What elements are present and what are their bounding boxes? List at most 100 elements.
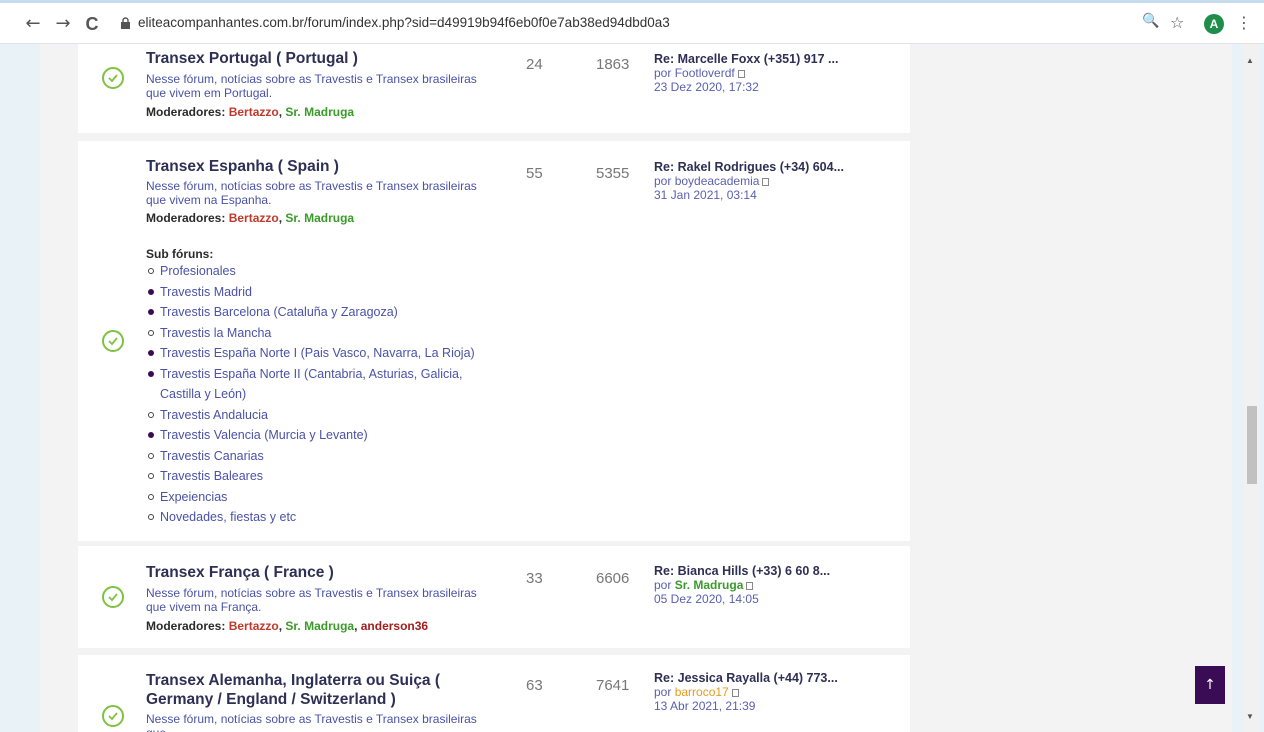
forum-description: Nesse fórum, notícias sobre as Travestis…: [146, 72, 477, 100]
subforum-item[interactable]: Travestis Madrid: [146, 282, 496, 303]
moderators-label: Moderadores:: [146, 619, 226, 633]
forum-description: Nesse fórum, notícias sobre as Travestis…: [146, 712, 477, 732]
back-to-top-button[interactable]: ↑: [1195, 666, 1225, 704]
back-arrow-icon[interactable]: ←: [22, 13, 44, 35]
bookmark-star-icon[interactable]: ☆: [1170, 13, 1184, 32]
subforum-bullet-icon: [148, 473, 154, 479]
posts-count: 6606: [596, 570, 630, 587]
forum-title[interactable]: Transex Alemanha, Inglaterra ou Suiça ( …: [146, 671, 496, 709]
last-post-title[interactable]: Re: Bianca Hills (+33) 6 60 8...: [654, 564, 830, 578]
last-post-author[interactable]: Footloverdf: [675, 66, 735, 80]
subforum-item[interactable]: Travestis la Mancha: [146, 323, 496, 344]
subforum-bullet-icon: [148, 370, 154, 377]
subforum-bullet-icon: [148, 514, 154, 520]
forum-row-alemanha: Transex Alemanha, Inglaterra ou Suiça ( …: [78, 655, 910, 732]
last-post-author[interactable]: barroco17: [675, 685, 729, 699]
scrollbar-thumb[interactable]: [1247, 406, 1257, 484]
moderator-link[interactable]: anderson36: [361, 619, 428, 633]
moderator-link[interactable]: Sr. Madruga: [285, 619, 354, 633]
subforum-item[interactable]: Travestis Barcelona (Cataluña y Zaragoza…: [146, 302, 496, 323]
last-post-date: 31 Jan 2021, 03:14: [654, 188, 757, 202]
moderator-link[interactable]: Sr. Madruga: [285, 211, 354, 225]
moderator-link[interactable]: Sr. Madruga: [285, 105, 354, 119]
scroll-up-arrow-icon[interactable]: ▲: [1246, 56, 1254, 65]
moderators-label: Moderadores:: [146, 211, 226, 225]
forum-read-check-icon: [102, 67, 124, 89]
posts-count: 5355: [596, 165, 630, 182]
subforum-bullet-icon: [148, 268, 154, 274]
last-post-author[interactable]: Sr. Madruga: [675, 578, 744, 592]
last-post-title[interactable]: Re: Rakel Rodrigues (+34) 604...: [654, 160, 844, 174]
topics-count: 63: [526, 677, 543, 694]
last-post-author[interactable]: boydeacademia: [675, 174, 760, 188]
forum-title[interactable]: Transex Espanha ( Spain ): [146, 158, 339, 176]
last-post: Re: Jessica Rayalla (+44) 773... por bar…: [654, 671, 838, 713]
last-post-date: 05 Dez 2020, 14:05: [654, 592, 759, 606]
subforum-item[interactable]: Travestis Canarias: [146, 446, 496, 467]
forum-moderators: Moderadores: Bertazzo, Sr. Madruga, ande…: [146, 619, 429, 633]
reload-icon[interactable]: C: [81, 13, 103, 35]
subforum-item[interactable]: Travestis Valencia (Murcia y Levante): [146, 425, 496, 446]
view-post-icon[interactable]: [746, 582, 754, 590]
forward-arrow-icon[interactable]: →: [52, 13, 74, 35]
topics-count: 24: [526, 56, 543, 73]
by-label: por: [654, 174, 672, 188]
forum-row-portugal: Transex Portugal ( Portugal ) Nesse fóru…: [78, 44, 910, 133]
subforum-item[interactable]: Expeiencias: [146, 487, 496, 508]
posts-count: 7641: [596, 677, 630, 694]
last-post-date: 23 Dez 2020, 17:32: [654, 80, 759, 94]
topics-count: 33: [526, 570, 543, 587]
by-label: por: [654, 578, 672, 592]
browser-toolbar: ← → C eliteacompanhantes.com.br/forum/in…: [0, 0, 1264, 44]
last-post-title[interactable]: Re: Jessica Rayalla (+44) 773...: [654, 671, 838, 685]
subforum-item[interactable]: Travestis Baleares: [146, 466, 496, 487]
moderator-link[interactable]: Bertazzo: [229, 105, 279, 119]
subforum-list: Profesionales Travestis Madrid Travestis…: [146, 261, 496, 528]
subforum-bullet-icon: [148, 350, 154, 356]
subforum-bullet-icon: [148, 309, 154, 315]
view-post-icon[interactable]: [762, 178, 770, 186]
forum-read-check-icon: [102, 705, 124, 727]
forum-title[interactable]: Transex Portugal ( Portugal ): [146, 50, 358, 68]
moderator-link[interactable]: Bertazzo: [229, 619, 279, 633]
view-post-icon[interactable]: [737, 70, 745, 78]
subforum-item[interactable]: Novedades, fiestas y etc: [146, 507, 496, 528]
subforum-bullet-icon: [148, 288, 154, 295]
zoom-icon[interactable]: 🔍: [1142, 13, 1159, 29]
forum-row-espanha: Transex Espanha ( Spain ) Nesse fórum, n…: [78, 141, 910, 541]
subforum-bullet-icon: [148, 329, 154, 336]
forum-row-franca: Transex França ( France ) Nesse fórum, n…: [78, 546, 910, 648]
last-post-date: 13 Abr 2021, 21:39: [654, 699, 756, 713]
by-label: por: [654, 66, 672, 80]
subforum-item[interactable]: Profesionales: [146, 261, 496, 282]
scroll-down-arrow-icon[interactable]: ▼: [1246, 712, 1254, 721]
forum-read-check-icon: [102, 586, 124, 608]
view-post-icon[interactable]: [731, 689, 739, 697]
address-bar[interactable]: eliteacompanhantes.com.br/forum/index.ph…: [138, 15, 670, 30]
subforum-bullet-icon: [148, 411, 154, 418]
browser-menu-icon[interactable]: ⋮: [1236, 13, 1252, 32]
lock-icon: [121, 17, 130, 29]
vertical-scrollbar[interactable]: [1244, 44, 1260, 732]
profile-avatar[interactable]: A: [1204, 14, 1224, 34]
topics-count: 55: [526, 165, 543, 182]
subforum-item[interactable]: Travestis Andalucia: [146, 405, 496, 426]
forum-description: Nesse fórum, notícias sobre as Travestis…: [146, 179, 477, 207]
forum-read-check-icon: [102, 330, 124, 352]
forum-moderators: Moderadores: Bertazzo, Sr. Madruga: [146, 105, 355, 119]
last-post: Re: Rakel Rodrigues (+34) 604... por boy…: [654, 160, 844, 202]
subforum-item[interactable]: Travestis España Norte I (Pais Vasco, Na…: [146, 343, 496, 364]
last-post: Re: Marcelle Foxx (+351) 917 ... por Foo…: [654, 52, 838, 94]
subforums-label: Sub fóruns:: [146, 247, 214, 261]
subforum-bullet-icon: [148, 452, 154, 459]
forum-moderators: Moderadores: Bertazzo, Sr. Madruga: [146, 211, 355, 225]
last-post: Re: Bianca Hills (+33) 6 60 8... por Sr.…: [654, 564, 830, 606]
subforum-item[interactable]: Travestis España Norte II (Cantabria, As…: [146, 364, 496, 405]
forum-title[interactable]: Transex França ( France ): [146, 564, 334, 582]
forum-description: Nesse fórum, notícias sobre as Travestis…: [146, 586, 477, 614]
posts-count: 1863: [596, 56, 630, 73]
page-viewport: Transex Portugal ( Portugal ) Nesse fóru…: [0, 44, 1264, 732]
subforum-bullet-icon: [148, 432, 154, 438]
last-post-title[interactable]: Re: Marcelle Foxx (+351) 917 ...: [654, 52, 838, 66]
moderator-link[interactable]: Bertazzo: [229, 211, 279, 225]
